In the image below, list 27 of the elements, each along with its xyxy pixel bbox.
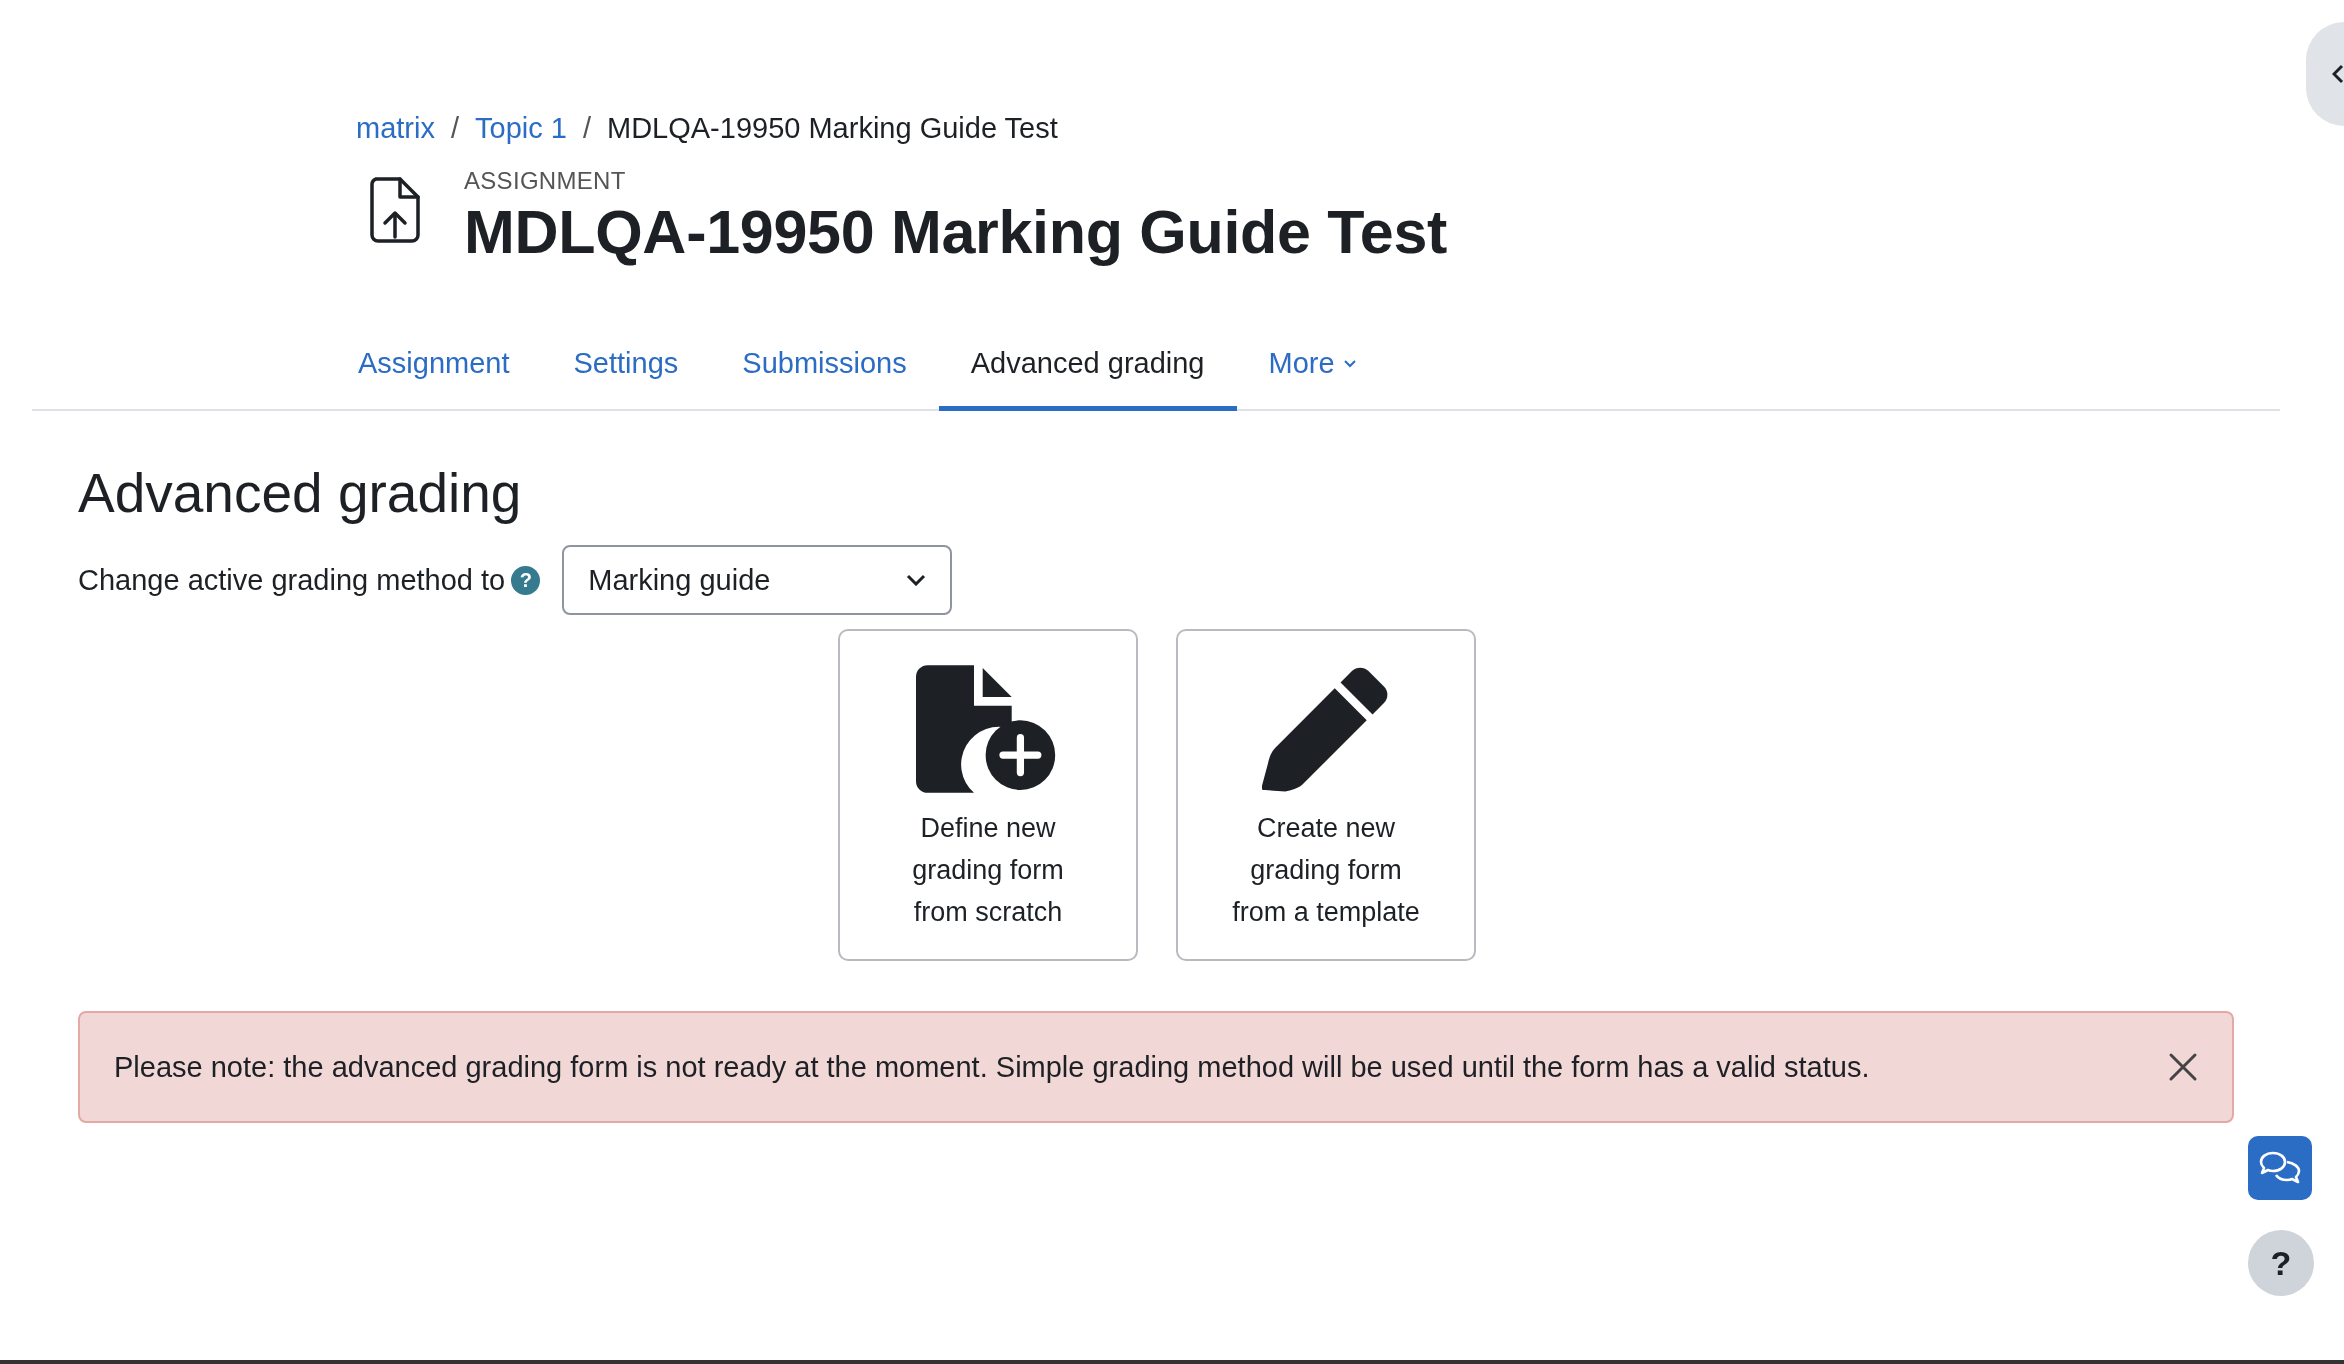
help-button[interactable]: ? [2248,1230,2314,1296]
breadcrumb-link[interactable]: Topic 1 [475,112,567,145]
help-icon[interactable]: ? [511,565,541,595]
pencil-icon [1262,665,1390,793]
messages-button[interactable] [2248,1136,2312,1200]
breadcrumb-link[interactable]: matrix [356,112,435,145]
alert-message: Please note: the advanced grading form is not ready at the moment. Simple grading method will be used until the form has a valid status. [114,1050,1870,1084]
page-title: MDLQA-19950 Marking Guide Test [464,197,1448,267]
nav-tab[interactable]: Assignment [326,319,542,411]
grading-method-select[interactable]: Marking guide [562,545,953,615]
file-upload-icon [370,177,420,243]
action-card[interactable]: Create new grading form from a template [1176,629,1476,961]
activity-type-label: ASSIGNMENT [464,167,627,195]
chevron-left-icon [2332,64,2344,84]
breadcrumb-current: MDLQA-19950 Marking Guide Test [606,112,1058,145]
section-heading: Advanced grading [78,461,523,525]
nav-tab[interactable]: More [1236,319,1389,411]
nav-tab[interactable]: Settings [541,319,711,411]
chat-bubbles-icon [2259,1151,2301,1185]
method-label: Change active grading method to [78,563,506,597]
nav-tab[interactable]: Advanced grading [938,319,1237,411]
caret-icon [1342,359,1357,368]
chevron-down-icon [906,574,927,586]
nav-tab[interactable]: Submissions [710,319,939,411]
breadcrumb-separator: / [450,112,459,145]
breadcrumb-separator: / [582,112,591,145]
action-card[interactable]: Define new grading form from scratch [838,629,1138,961]
